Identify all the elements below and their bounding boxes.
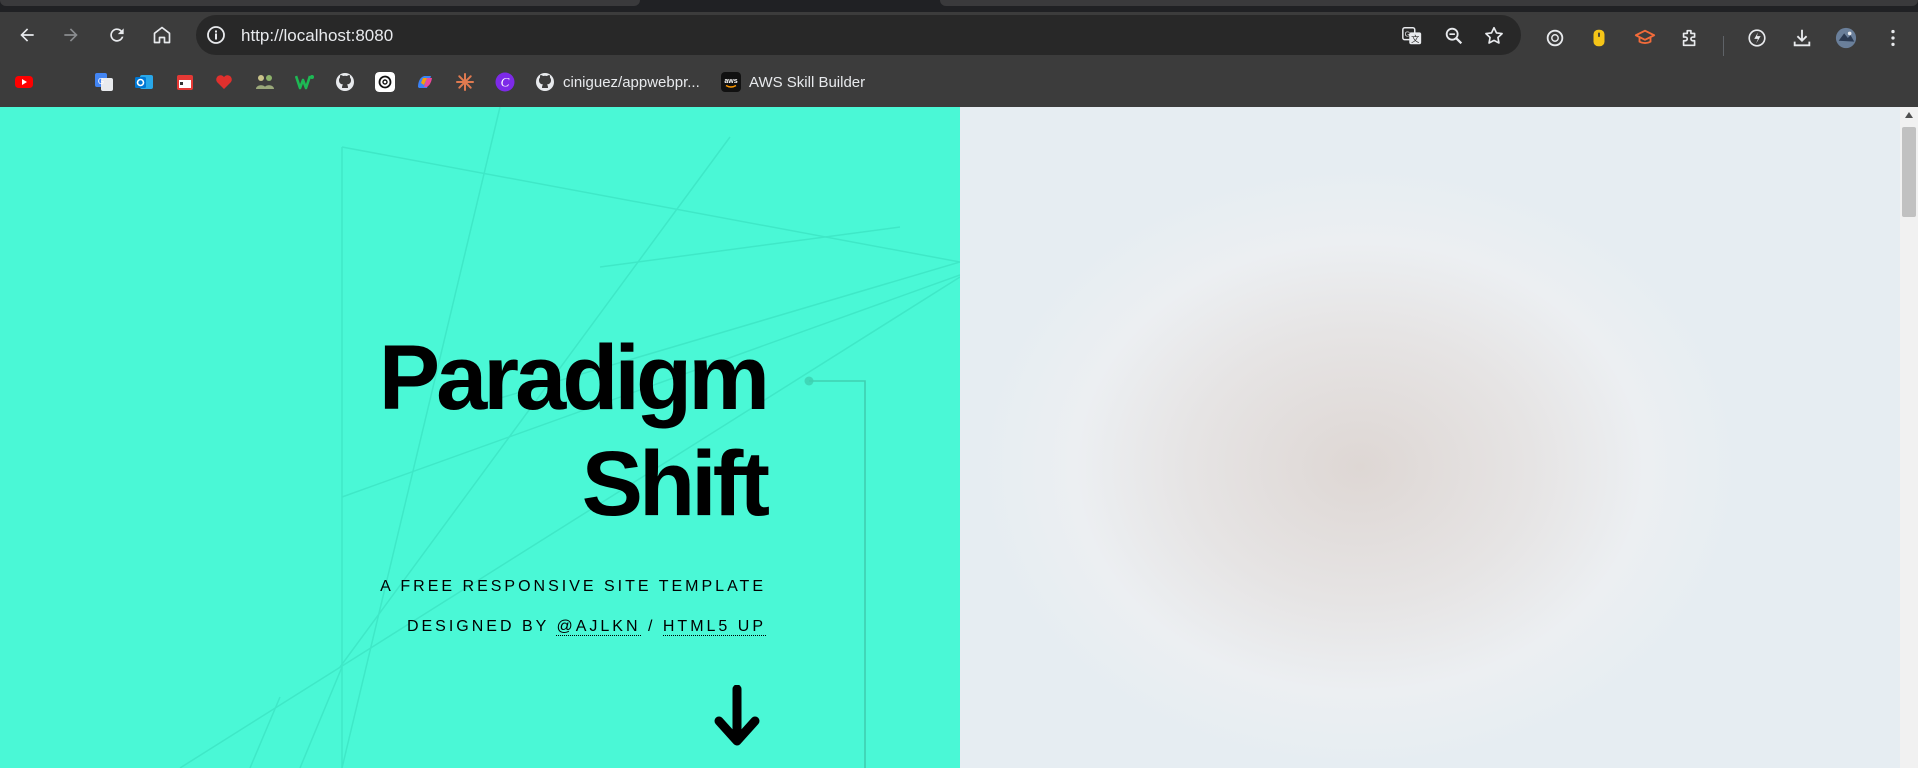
bookmarks-bar: G C ciniguez/appwebpr... aws AWS Skill B… [0, 58, 1918, 107]
puzzle-icon [1682, 29, 1696, 47]
site-info-icon[interactable] [206, 25, 226, 45]
youtube-icon [15, 76, 33, 88]
svg-text:C: C [501, 75, 510, 90]
designed-by-text: DESIGNED BY [406, 618, 550, 635]
credits-line: DESIGNED BY @AJLKN / HTML5 UP [380, 607, 766, 647]
title-connector-line [804, 376, 866, 768]
bookmark-youtube[interactable] [14, 70, 34, 94]
bookmark-openai[interactable] [375, 70, 395, 94]
page-scrollbar[interactable] [1900, 107, 1918, 768]
browser-menu-button[interactable] [1880, 25, 1906, 51]
forward-arrow-icon [64, 28, 78, 42]
scroll-up-arrow-icon[interactable] [1905, 112, 1913, 118]
html5up-link[interactable]: HTML5 UP [662, 618, 766, 636]
outlook-icon [135, 75, 153, 89]
address-bar[interactable]: http://localhost:8080 文G [196, 15, 1521, 55]
copilot-icon [418, 76, 432, 88]
performance-icon [1748, 29, 1766, 47]
openai-icon [1546, 29, 1564, 47]
heart-app-icon [216, 75, 232, 89]
extension-orange[interactable] [1632, 25, 1658, 51]
svg-text:G: G [1405, 29, 1411, 38]
scroll-down-arrow-icon[interactable] [712, 685, 762, 749]
svg-text:G: G [98, 77, 104, 86]
bookmark-outlook[interactable] [134, 70, 154, 94]
bookmark-aws-skill-builder[interactable]: aws AWS Skill Builder [721, 70, 865, 94]
kebab-menu-icon [1891, 29, 1895, 47]
bookmark-label: AWS Skill Builder [749, 73, 866, 91]
aws-icon: aws [721, 72, 741, 92]
credits-separator: / [647, 618, 656, 635]
tab-edge[interactable] [0, 0, 640, 6]
bookmark-github-repo[interactable]: ciniguez/appwebpr... [535, 70, 700, 94]
openai-icon [375, 72, 395, 92]
tagline: A FREE RESPONSIVE SITE TEMPLATE [380, 578, 766, 595]
author-link[interactable]: @AJLKN [556, 618, 641, 636]
zoom-icon[interactable] [1443, 25, 1465, 47]
bookmark-people-app[interactable] [255, 70, 275, 94]
bookmark-label: ciniguez/appwebpr... [563, 73, 700, 91]
avatar [1835, 27, 1857, 49]
toolbar-separator [1723, 36, 1724, 56]
performance-button[interactable] [1744, 25, 1770, 51]
bookmark-heart-app[interactable] [214, 70, 234, 94]
github-icon [336, 73, 354, 91]
downloads-button[interactable] [1789, 25, 1815, 51]
github-icon [536, 73, 554, 91]
bookmark-star-icon[interactable] [1483, 25, 1505, 47]
svg-text:文: 文 [1411, 34, 1419, 44]
google-translate-icon: G [95, 73, 113, 91]
tab-strip [0, 0, 1918, 12]
back-button[interactable] [12, 20, 42, 50]
w-app-icon [295, 75, 314, 90]
profile-button[interactable] [1833, 25, 1859, 51]
svg-text:aws: aws [724, 78, 737, 85]
people-app-icon [256, 75, 274, 89]
hero-subtitle: A FREE RESPONSIVE SITE TEMPLATE DESIGNED… [380, 567, 766, 647]
bookmark-claude[interactable] [455, 70, 475, 94]
bookmark-canva[interactable]: C [495, 70, 515, 94]
mouse-extension-icon [1593, 29, 1605, 47]
extension-yellow[interactable] [1586, 25, 1612, 51]
scrollbar-thumb[interactable] [1902, 127, 1916, 217]
bookmark-github[interactable] [335, 70, 355, 94]
translate-icon[interactable]: 文G [1401, 25, 1423, 47]
extension-openai[interactable] [1542, 25, 1568, 51]
hero-section: Paradigm Shift A FREE RESPONSIVE SITE TE… [0, 107, 960, 768]
title-line-1: Paradigm [378, 327, 770, 429]
forward-button[interactable] [56, 20, 86, 50]
home-icon [153, 26, 171, 44]
reload-icon [110, 28, 124, 42]
title-line-2: Shift [581, 433, 770, 535]
reload-button[interactable] [102, 20, 132, 50]
graduation-cap-icon [1634, 29, 1656, 44]
claude-icon [456, 73, 474, 91]
hero-image [960, 107, 1900, 768]
bookmark-calendar-app[interactable] [175, 70, 195, 94]
tab-edge[interactable] [940, 0, 1918, 6]
bookmark-google-translate[interactable]: G [94, 70, 114, 94]
calendar-app-icon [177, 75, 193, 90]
bookmark-copilot[interactable] [415, 70, 435, 94]
back-arrow-icon [20, 28, 34, 42]
download-icon [1793, 29, 1811, 47]
bookmark-w-app[interactable] [295, 70, 315, 94]
page-title: Paradigm Shift [378, 325, 770, 537]
browser-toolbar: http://localhost:8080 文G [0, 12, 1918, 58]
canva-icon: C [495, 72, 515, 92]
home-button[interactable] [147, 20, 177, 50]
url-text[interactable]: http://localhost:8080 [241, 26, 393, 46]
web-page: Paradigm Shift A FREE RESPONSIVE SITE TE… [0, 107, 1918, 768]
extensions-button[interactable] [1677, 25, 1703, 51]
